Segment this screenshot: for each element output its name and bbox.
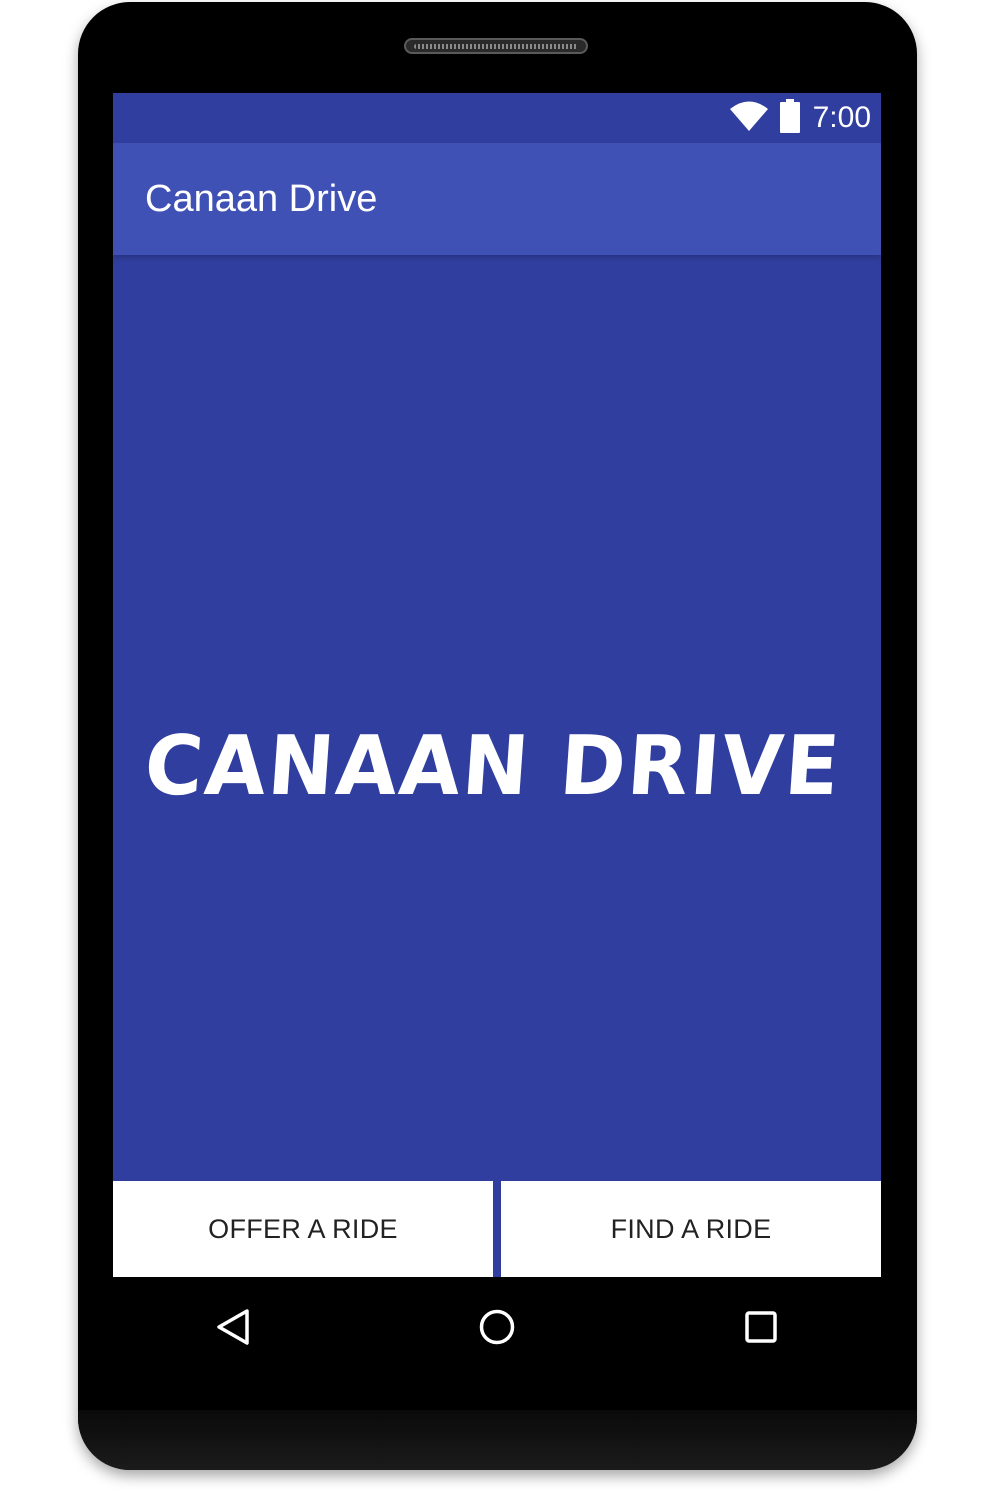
back-icon[interactable] xyxy=(205,1299,261,1355)
app-title: Canaan Drive xyxy=(145,178,378,220)
battery-icon xyxy=(779,98,801,138)
find-ride-button[interactable]: FIND A RIDE xyxy=(501,1181,881,1277)
wifi-icon xyxy=(729,100,769,137)
app-bar: Canaan Drive xyxy=(113,143,881,255)
home-icon[interactable] xyxy=(469,1299,525,1355)
status-bar: 7:00 xyxy=(113,93,881,143)
app-screen: 7:00 Canaan Drive CANAAN DRIVE OFFER A R… xyxy=(113,93,881,1277)
offer-ride-button[interactable]: OFFER A RIDE xyxy=(113,1181,493,1277)
status-time: 7:00 xyxy=(812,101,871,134)
navigation-bar xyxy=(113,1277,881,1373)
button-row: OFFER A RIDE FIND A RIDE xyxy=(113,1181,881,1277)
recent-apps-icon[interactable] xyxy=(733,1299,789,1355)
logo: CANAAN DRIVE xyxy=(113,708,881,818)
logo-image: CANAAN DRIVE xyxy=(142,719,845,814)
speaker-grille xyxy=(404,38,588,54)
svg-text:CANAAN DRIVE: CANAAN DRIVE xyxy=(142,719,845,814)
device-chin xyxy=(78,1410,917,1470)
